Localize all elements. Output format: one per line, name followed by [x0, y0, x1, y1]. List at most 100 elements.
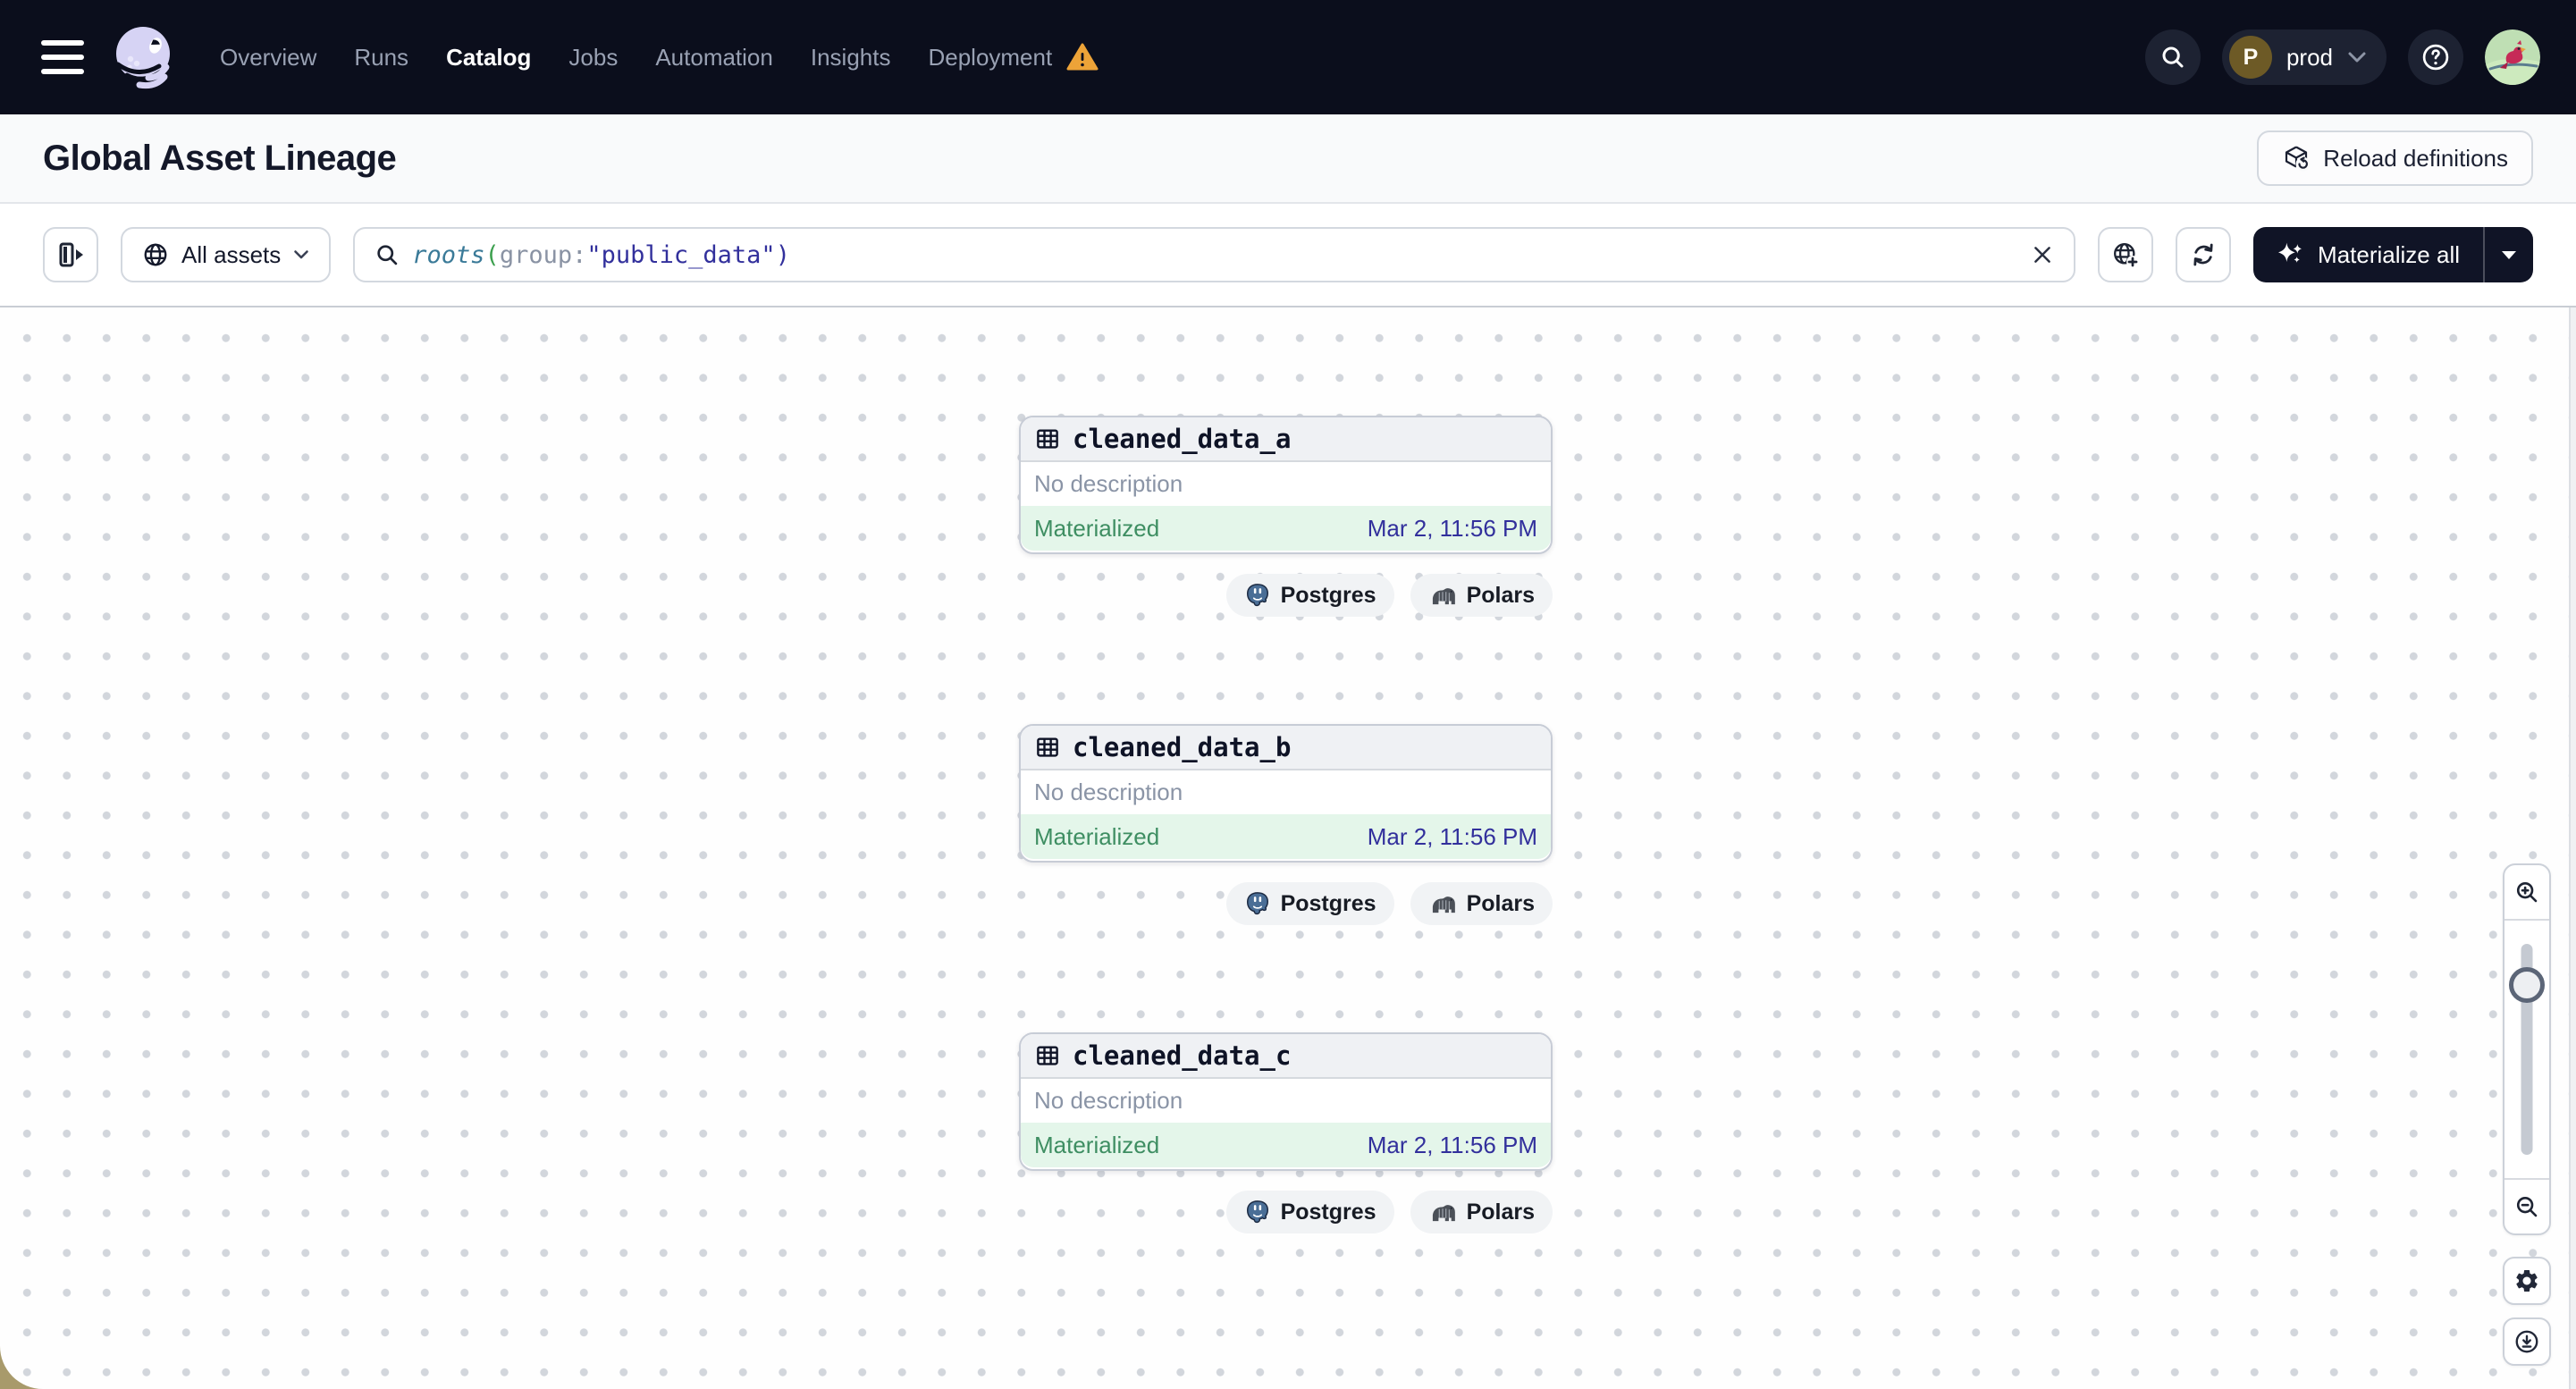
environment-switcher[interactable]: P prod [2221, 29, 2387, 85]
zoom-slider-thumb[interactable] [2509, 967, 2545, 1003]
refresh-button[interactable] [2176, 227, 2232, 282]
asset-tags-row: Postgres Polars [1019, 574, 1553, 617]
gear-icon [2513, 1267, 2540, 1294]
zoom-in-button[interactable] [2504, 865, 2549, 919]
open-panel-icon [55, 240, 86, 270]
query-function: roots [412, 240, 485, 269]
asset-node-cleaned-data-b[interactable]: cleaned_data_b No description Materializ… [1019, 724, 1553, 863]
user-avatar[interactable] [2485, 29, 2540, 85]
asset-tags-row: Postgres Polars [1019, 1191, 1553, 1233]
toggle-sidebar-button[interactable] [43, 227, 98, 282]
asset-name: cleaned_data_c [1073, 1040, 1292, 1071]
tag-polars[interactable]: Polars [1410, 574, 1553, 617]
globe-icon [142, 241, 169, 268]
sparkles-icon [2277, 240, 2305, 269]
tag-label: Postgres [1280, 1199, 1376, 1225]
nav-item-overview[interactable]: Overview [220, 44, 316, 72]
dagster-logo-icon[interactable] [109, 21, 181, 93]
status-badge: Materialized [1034, 514, 1160, 542]
reload-definitions-icon [2282, 144, 2311, 173]
view-global-lineage-button[interactable] [2098, 227, 2154, 282]
environment-label: prod [2286, 43, 2333, 71]
query-close-paren: ) [775, 240, 790, 269]
materialize-all-label: Materialize all [2318, 240, 2460, 268]
lineage-toolbar: All assets roots(group:"public_data") Ma… [0, 204, 2576, 307]
search-icon [2159, 44, 2186, 71]
help-button[interactable] [2408, 29, 2463, 85]
chevron-down-icon [293, 249, 309, 260]
asset-scope-selector[interactable]: All assets [121, 227, 332, 282]
hamburger-menu-icon[interactable] [41, 40, 84, 74]
deployment-warning-icon[interactable] [1066, 43, 1099, 72]
graph-settings-button[interactable] [2503, 1257, 2551, 1305]
asset-node-header: cleaned_data_a [1021, 417, 1551, 462]
global-search-button[interactable] [2144, 29, 2201, 85]
query-key: group [499, 240, 573, 269]
zoom-controls [2503, 863, 2551, 1235]
asset-description: No description [1034, 779, 1183, 805]
query-text: roots(group:"public_data") [412, 241, 790, 269]
materialize-options-button[interactable] [2485, 227, 2533, 282]
status-badge: Materialized [1034, 822, 1160, 850]
clear-query-button[interactable] [2031, 243, 2054, 266]
asset-description: No description [1034, 470, 1183, 497]
query-open-paren: ( [484, 240, 500, 269]
tag-label: Postgres [1280, 582, 1376, 608]
asset-node-cleaned-data-c[interactable]: cleaned_data_c No description Materializ… [1019, 1032, 1553, 1171]
table-icon [1034, 734, 1061, 761]
polars-icon [1428, 1201, 1457, 1223]
nav-item-jobs[interactable]: Jobs [568, 44, 618, 72]
refresh-icon [2189, 240, 2218, 269]
tag-postgres[interactable]: Postgres [1225, 882, 1394, 925]
zoom-slider[interactable] [2504, 919, 2549, 1180]
polars-icon [1428, 585, 1457, 606]
tag-label: Polars [1466, 1199, 1535, 1225]
question-icon [2420, 41, 2452, 73]
tag-label: Polars [1466, 582, 1535, 608]
caret-down-icon [2501, 250, 2517, 260]
status-badge: Materialized [1034, 1131, 1160, 1158]
nav-item-deployment[interactable]: Deployment [928, 44, 1052, 72]
lineage-graph-area: cleaned_data_a No description Materializ… [0, 307, 2576, 1389]
asset-description: No description [1034, 1087, 1183, 1114]
query-value: "public_data" [586, 240, 776, 269]
zoom-in-icon [2513, 879, 2540, 905]
tag-polars[interactable]: Polars [1410, 882, 1553, 925]
table-icon [1034, 425, 1061, 452]
asset-status-bar: Materialized Mar 2, 11:56 PM [1021, 1123, 1551, 1167]
tag-polars[interactable]: Polars [1410, 1191, 1553, 1233]
materialization-timestamp[interactable]: Mar 2, 11:56 PM [1368, 515, 1537, 543]
materialization-timestamp[interactable]: Mar 2, 11:56 PM [1368, 1132, 1537, 1159]
environment-badge: P [2228, 36, 2272, 79]
reload-definitions-button[interactable]: Reload definitions [2257, 130, 2533, 186]
tag-postgres[interactable]: Postgres [1225, 1191, 1394, 1233]
query-colon: : [572, 240, 587, 269]
zoom-out-button[interactable] [2504, 1180, 2549, 1233]
materialization-timestamp[interactable]: Mar 2, 11:56 PM [1368, 823, 1537, 851]
materialize-all-button[interactable]: Materialize all [2253, 227, 2483, 282]
search-icon [375, 242, 400, 267]
nav-item-runs[interactable]: Runs [354, 44, 408, 72]
download-icon [2513, 1328, 2540, 1355]
asset-node-cleaned-data-a[interactable]: cleaned_data_a No description Materializ… [1019, 416, 1553, 554]
nav-item-catalog[interactable]: Catalog [446, 44, 531, 72]
postgres-icon [1244, 1199, 1271, 1225]
top-navbar: Overview Runs Catalog Jobs Automation In… [0, 0, 2576, 114]
asset-status-bar: Materialized Mar 2, 11:56 PM [1021, 814, 1551, 859]
tag-postgres[interactable]: Postgres [1225, 574, 1394, 617]
download-image-button[interactable] [2503, 1317, 2551, 1366]
polars-icon [1428, 893, 1457, 914]
nav-item-automation[interactable]: Automation [655, 44, 773, 72]
asset-node-header: cleaned_data_c [1021, 1034, 1551, 1079]
materialize-all-split-button: Materialize all [2253, 227, 2533, 282]
asset-node-header: cleaned_data_b [1021, 726, 1551, 770]
asset-tags-row: Postgres Polars [1019, 882, 1553, 925]
reload-definitions-label: Reload definitions [2323, 144, 2508, 172]
asset-selection-input[interactable]: roots(group:"public_data") [353, 227, 2076, 282]
page-title: Global Asset Lineage [43, 138, 397, 178]
nav-item-insights[interactable]: Insights [811, 44, 891, 72]
asset-status-bar: Materialized Mar 2, 11:56 PM [1021, 506, 1551, 551]
navbar-right-controls: P prod [2144, 29, 2540, 85]
postgres-icon [1244, 582, 1271, 609]
asset-scope-label: All assets [181, 240, 282, 268]
